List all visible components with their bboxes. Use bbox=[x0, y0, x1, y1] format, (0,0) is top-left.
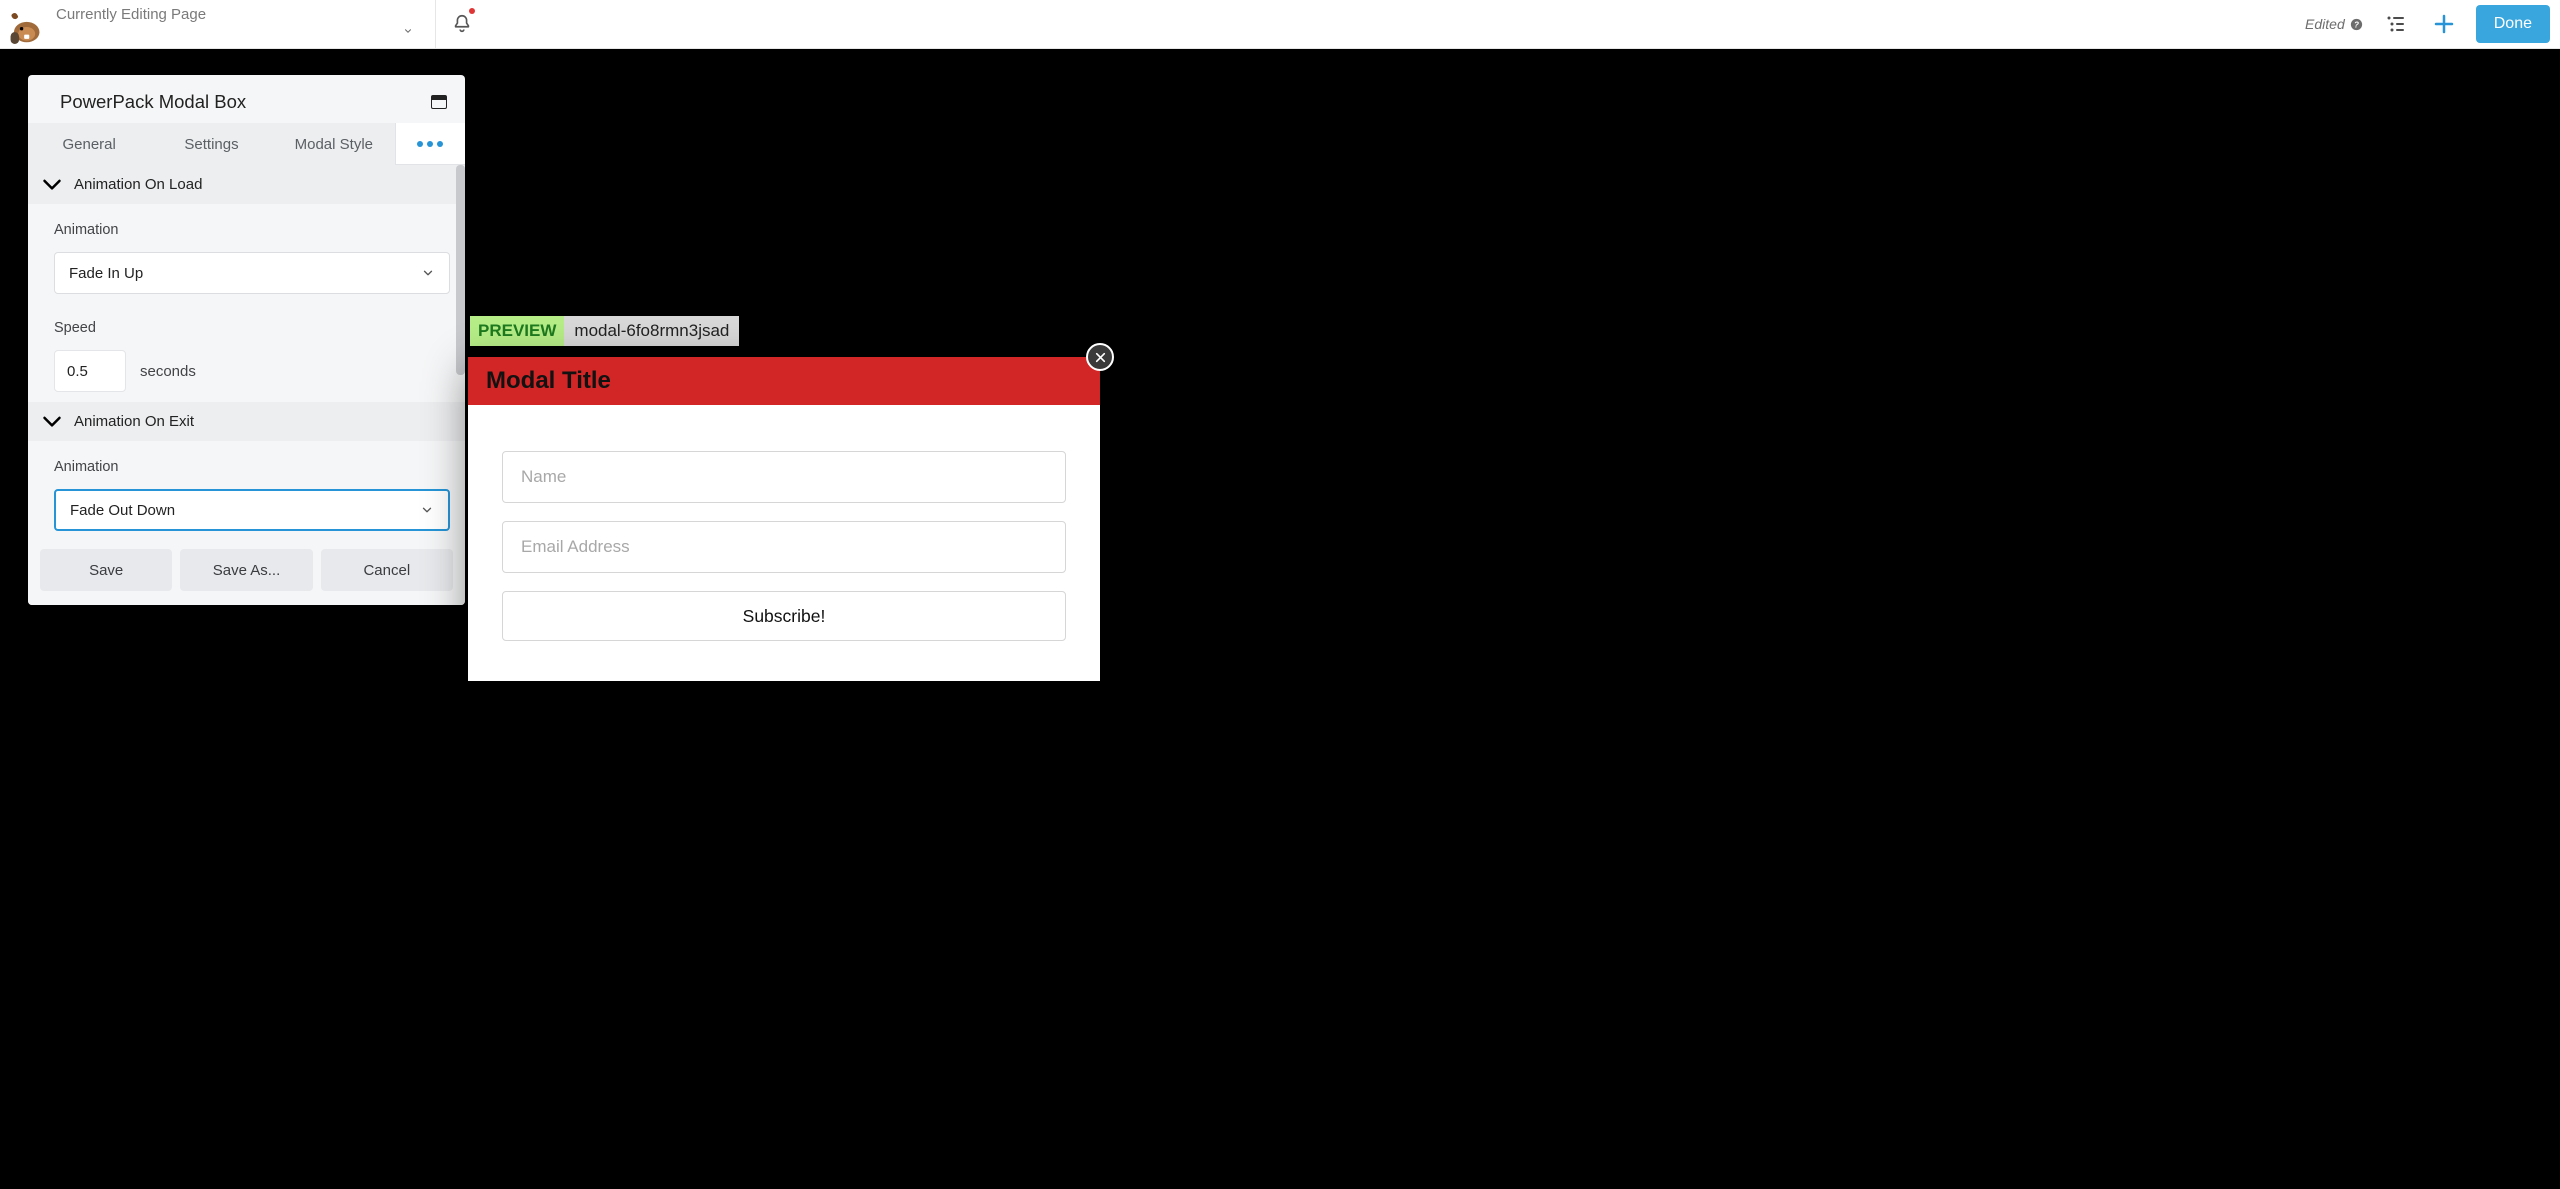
cancel-button[interactable]: Cancel bbox=[321, 549, 453, 591]
panel-header[interactable]: PowerPack Modal Box bbox=[28, 75, 465, 123]
field-label-animation: Animation bbox=[54, 459, 451, 475]
add-content-button[interactable] bbox=[2428, 8, 2460, 40]
chevron-down-icon bbox=[421, 266, 435, 280]
edited-status: Edited ? bbox=[2305, 16, 2364, 32]
preview-label: PREVIEW bbox=[470, 316, 564, 346]
tab-modal-style[interactable]: Modal Style bbox=[273, 123, 395, 165]
section-animation-on-load-body: Animation Fade In Up Speed seconds bbox=[28, 204, 465, 402]
animation-speed-input[interactable] bbox=[54, 350, 126, 392]
chevron-down-icon bbox=[42, 415, 62, 429]
chevron-down-icon bbox=[403, 20, 413, 42]
section-title: Animation On Load bbox=[74, 176, 202, 193]
section-animation-on-exit-body: Animation Fade Out Down bbox=[28, 441, 465, 535]
outline-panel-toggle[interactable] bbox=[2380, 8, 2412, 40]
modal-box-preview: Modal Title Subscribe! bbox=[468, 357, 1100, 681]
modal-title: Modal Title bbox=[468, 357, 1100, 405]
select-value: Fade In Up bbox=[69, 265, 143, 282]
field-label-animation: Animation bbox=[54, 222, 451, 238]
chevron-down-icon bbox=[420, 503, 434, 517]
beaver-builder-logo-icon[interactable] bbox=[8, 10, 42, 44]
notification-dot-icon bbox=[469, 8, 475, 14]
panel-title: PowerPack Modal Box bbox=[60, 91, 246, 113]
panel-footer: Save Save As... Cancel bbox=[28, 539, 465, 605]
tab-more[interactable] bbox=[395, 123, 465, 165]
section-animation-on-load-header[interactable]: Animation On Load bbox=[28, 165, 465, 204]
animation-on-load-select[interactable]: Fade In Up bbox=[54, 252, 450, 294]
close-icon bbox=[1094, 351, 1107, 364]
panel-tabs: General Settings Modal Style bbox=[28, 123, 465, 165]
outline-icon bbox=[2384, 12, 2408, 36]
edited-label-text: Edited bbox=[2305, 16, 2345, 32]
modal-subscribe-button[interactable]: Subscribe! bbox=[502, 591, 1066, 641]
module-settings-panel: PowerPack Modal Box General Settings Mod… bbox=[28, 75, 465, 605]
topbar: Currently Editing Page Edited ? Done bbox=[0, 0, 2560, 49]
animation-on-exit-select[interactable]: Fade Out Down bbox=[54, 489, 450, 531]
topbar-right: Edited ? Done bbox=[2305, 5, 2560, 43]
help-icon[interactable]: ? bbox=[2349, 17, 2364, 32]
scrollbar-thumb[interactable] bbox=[456, 165, 465, 375]
modal-name-input[interactable] bbox=[502, 451, 1066, 503]
svg-text:?: ? bbox=[2354, 20, 2359, 29]
more-icon bbox=[417, 141, 443, 147]
bell-icon bbox=[451, 13, 473, 35]
module-preview-tag[interactable]: PREVIEW modal-6fo8rmn3jsad bbox=[470, 316, 739, 346]
modal-email-input[interactable] bbox=[502, 521, 1066, 573]
panel-body: Animation On Load Animation Fade In Up S… bbox=[28, 165, 465, 539]
select-value: Fade Out Down bbox=[70, 502, 175, 519]
section-title: Animation On Exit bbox=[74, 413, 194, 430]
page-title: Currently Editing Page bbox=[56, 6, 206, 23]
modal-body: Subscribe! bbox=[468, 405, 1100, 681]
modal-close-button[interactable] bbox=[1086, 343, 1114, 371]
done-button[interactable]: Done bbox=[2476, 5, 2550, 43]
page-dropdown-toggle[interactable] bbox=[403, 15, 435, 47]
notifications-button[interactable] bbox=[435, 0, 487, 48]
panel-expand-icon[interactable] bbox=[431, 95, 447, 109]
chevron-down-icon bbox=[42, 178, 62, 192]
section-animation-on-exit-header[interactable]: Animation On Exit bbox=[28, 402, 465, 441]
save-as-button[interactable]: Save As... bbox=[180, 549, 312, 591]
tab-settings[interactable]: Settings bbox=[150, 123, 272, 165]
plus-icon bbox=[2432, 12, 2456, 36]
save-button[interactable]: Save bbox=[40, 549, 172, 591]
field-label-speed: Speed bbox=[54, 320, 451, 336]
speed-unit-label: seconds bbox=[140, 363, 196, 380]
preview-module-id: modal-6fo8rmn3jsad bbox=[564, 316, 739, 346]
topbar-left: Currently Editing Page bbox=[0, 0, 435, 48]
tab-general[interactable]: General bbox=[28, 123, 150, 165]
